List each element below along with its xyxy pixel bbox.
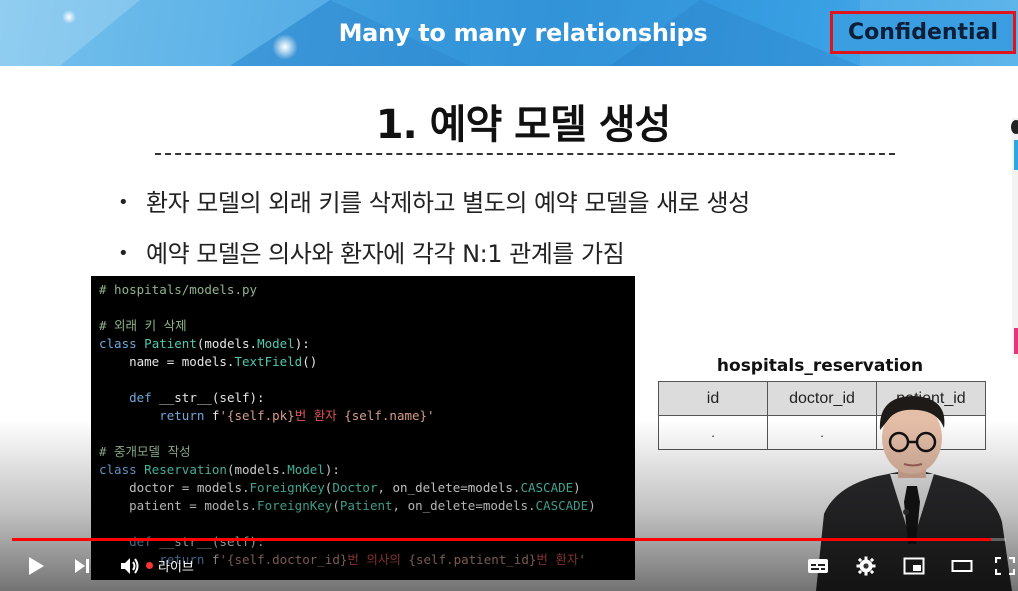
settings-button[interactable] bbox=[850, 548, 882, 584]
bullet-item: • 예약 모델은 의사와 환자에 각각 N:1 관계를 가짐 bbox=[118, 240, 625, 268]
subtitles-button[interactable] bbox=[802, 548, 834, 584]
progress-played bbox=[12, 538, 992, 541]
next-button[interactable] bbox=[66, 548, 98, 584]
fullscreen-button[interactable] bbox=[992, 548, 1018, 584]
next-icon bbox=[75, 559, 89, 573]
volume-icon bbox=[121, 558, 139, 574]
side-panel-accent bbox=[1014, 140, 1018, 170]
live-label[interactable]: 라이브 bbox=[158, 556, 194, 575]
slide-banner: Many to many relationships Confidential bbox=[0, 0, 1018, 66]
live-indicator-icon bbox=[146, 562, 153, 569]
play-button[interactable] bbox=[20, 548, 52, 584]
heading-divider bbox=[155, 153, 895, 155]
bullet-dot-icon: • bbox=[118, 243, 129, 264]
subtitles-icon bbox=[808, 559, 828, 573]
theater-mode-button[interactable] bbox=[946, 548, 978, 584]
confidential-badge: Confidential bbox=[830, 11, 1016, 54]
code-text: # hospitals/models.py # 외래 키 삭제 class Pa… bbox=[99, 282, 596, 567]
video-player[interactable]: Many to many relationships Confidential … bbox=[0, 0, 1018, 591]
bullet-item: • 환자 모델의 외래 키를 삭제하고 별도의 예약 모델을 새로 생성 bbox=[118, 189, 750, 217]
progress-bar[interactable] bbox=[12, 538, 1006, 541]
slide-heading: 1. 예약 모델 생성 bbox=[375, 102, 672, 148]
miniplayer-button[interactable] bbox=[898, 548, 930, 584]
side-panel-accent bbox=[1014, 328, 1018, 354]
table-cell: . bbox=[658, 415, 768, 450]
code-block: # hospitals/models.py # 외래 키 삭제 class Pa… bbox=[91, 276, 635, 580]
side-panel-avatar bbox=[1011, 120, 1018, 134]
bullet-dot-icon: • bbox=[118, 192, 129, 213]
theater-icon bbox=[951, 560, 973, 572]
play-icon bbox=[29, 557, 44, 575]
table-caption: hospitals_reservation bbox=[716, 356, 924, 376]
settings-icon bbox=[856, 556, 876, 576]
miniplayer-icon bbox=[903, 557, 925, 575]
fullscreen-icon bbox=[995, 557, 1015, 575]
column-header: id bbox=[658, 381, 768, 416]
volume-button[interactable] bbox=[114, 548, 146, 584]
